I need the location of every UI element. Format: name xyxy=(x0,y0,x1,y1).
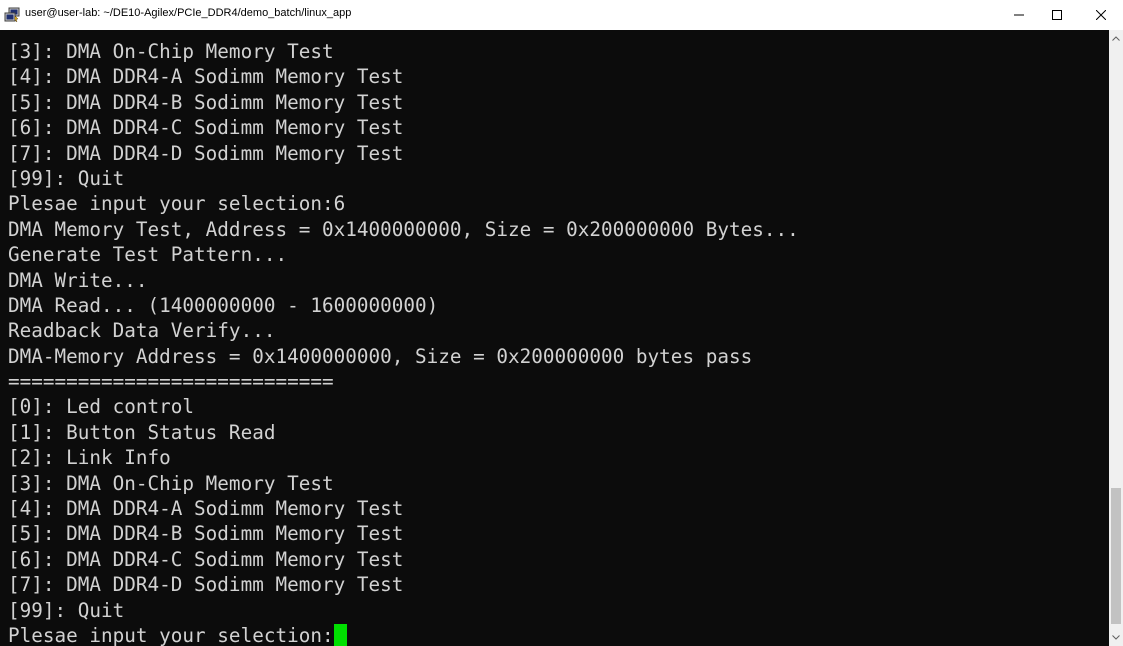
terminal-line: [99]: Quit xyxy=(8,166,125,190)
terminal-line: [7]: DMA DDR4-D Sodimm Memory Test xyxy=(8,141,404,165)
window-title: user@user-lab: ~/DE10-Agilex/PCIe_DDR4/d… xyxy=(25,7,352,19)
terminal-line: Generate Test Pattern... xyxy=(8,243,288,267)
terminal-line: [4]: DMA DDR4-A Sodimm Memory Test xyxy=(8,497,404,521)
terminal-line: [99]: Quit xyxy=(8,598,125,622)
terminal-prompt-line[interactable]: Plesae input your selection: xyxy=(8,623,799,646)
maximize-icon xyxy=(1052,10,1062,20)
minimize-button[interactable] xyxy=(1000,0,1038,30)
scrollbar-thumb[interactable] xyxy=(1111,488,1121,624)
terminal-line: [4]: DMA DDR4-A Sodimm Memory Test xyxy=(8,65,404,89)
close-icon xyxy=(1095,10,1106,20)
terminal-line: DMA Read... (1400000000 - 1600000000) xyxy=(8,293,439,317)
terminal-line: Plesae input your selection:6 xyxy=(8,192,346,216)
terminal-line: [3]: DMA On-Chip Memory Test xyxy=(8,471,334,495)
terminal-line: DMA Memory Test, Address = 0x1400000000,… xyxy=(8,217,799,241)
scroll-down-button[interactable] xyxy=(1109,629,1123,646)
terminal-line: [6]: DMA DDR4-C Sodimm Memory Test xyxy=(8,116,404,140)
terminal-line: DMA Write... xyxy=(8,268,148,292)
terminal-line: [5]: DMA DDR4-B Sodimm Memory Test xyxy=(8,90,404,114)
scroll-up-arrow-icon xyxy=(1112,36,1120,41)
maximize-button[interactable] xyxy=(1038,0,1076,30)
terminal-line: DMA-Memory Address = 0x1400000000, Size … xyxy=(8,344,753,368)
text-cursor xyxy=(333,623,347,646)
terminal-line: [0]: Led control xyxy=(8,395,195,419)
scroll-down-arrow-icon xyxy=(1112,635,1120,640)
terminal-output[interactable]: [3]: DMA On-Chip Memory Test [4]: DMA DD… xyxy=(0,30,1109,646)
terminal-line: [7]: DMA DDR4-D Sodimm Memory Test xyxy=(8,573,404,597)
terminal-line: [5]: DMA DDR4-B Sodimm Memory Test xyxy=(8,522,404,546)
terminal-line: ============================ xyxy=(8,370,334,394)
terminal-line: [3]: DMA On-Chip Memory Test xyxy=(8,40,334,63)
vertical-scrollbar[interactable] xyxy=(1109,30,1123,646)
terminal-line: Readback Data Verify... xyxy=(8,319,276,343)
window-titlebar[interactable]: user@user-lab: ~/DE10-Agilex/PCIe_DDR4/d… xyxy=(0,0,1123,30)
close-button[interactable] xyxy=(1078,0,1123,30)
terminal-line: [2]: Link Info xyxy=(8,446,171,470)
terminal-prompt: Plesae input your selection: xyxy=(8,623,334,646)
putty-terminal-icon[interactable] xyxy=(4,7,20,23)
minimize-icon xyxy=(1014,14,1024,16)
terminal-line: [6]: DMA DDR4-C Sodimm Memory Test xyxy=(8,547,404,571)
terminal-lines: [3]: DMA On-Chip Memory Test [4]: DMA DD… xyxy=(8,39,799,646)
terminal-line: [1]: Button Status Read xyxy=(8,420,276,444)
scroll-up-button[interactable] xyxy=(1109,30,1123,47)
